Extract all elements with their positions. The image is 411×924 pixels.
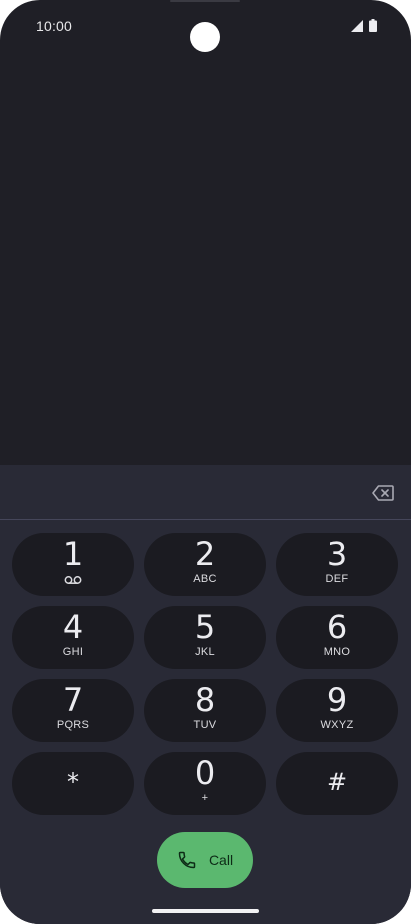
key-digit: 3 — [326, 535, 348, 573]
key-letters: ABC — [193, 573, 217, 585]
key-digit: 1 — [62, 535, 84, 573]
key-digit: 7 — [62, 681, 84, 719]
call-button[interactable]: Call — [157, 832, 253, 888]
battery-icon — [369, 19, 377, 32]
key-digit: 9 — [326, 681, 348, 719]
key-digit: # — [326, 768, 348, 796]
call-label: Call — [208, 852, 234, 868]
backspace-button[interactable] — [371, 481, 395, 505]
key-2[interactable]: 2 ABC — [144, 533, 266, 596]
key-digit: 0 — [194, 754, 216, 792]
phone-icon — [178, 851, 196, 869]
status-time: 10:00 — [36, 18, 73, 34]
phone-number-field[interactable] — [0, 465, 411, 520]
dialer-panel: 1 2 ABC 3 DEF 4 GHI 5 JKL 6 MNO 7 PQRS 8… — [0, 465, 411, 924]
key-digit: * — [67, 768, 79, 796]
voicemail-icon — [64, 576, 82, 584]
status-icons — [351, 19, 377, 32]
key-letters: WXYZ — [320, 719, 354, 731]
key-digit: 6 — [326, 608, 348, 646]
key-8[interactable]: 8 TUV — [144, 679, 266, 742]
key-4[interactable]: 4 GHI — [12, 606, 134, 669]
dial-keypad: 1 2 ABC 3 DEF 4 GHI 5 JKL 6 MNO 7 PQRS 8… — [12, 533, 399, 815]
status-bar: 10:00 — [0, 0, 411, 56]
front-camera-cutout — [190, 22, 220, 52]
backspace-icon — [372, 485, 394, 501]
key-0[interactable]: 0 + — [144, 752, 266, 815]
key-digit: 5 — [194, 608, 216, 646]
key-star[interactable]: * — [12, 752, 134, 815]
key-3[interactable]: 3 DEF — [276, 533, 398, 596]
cellular-signal-icon — [351, 19, 363, 32]
key-digit: 8 — [194, 681, 216, 719]
key-6[interactable]: 6 MNO — [276, 606, 398, 669]
key-letters: TUV — [193, 719, 217, 731]
key-letters: + — [201, 792, 209, 804]
key-9[interactable]: 9 WXYZ — [276, 679, 398, 742]
key-1[interactable]: 1 — [12, 533, 134, 596]
key-hash[interactable]: # — [276, 752, 398, 815]
phone-screen: 10:00 1 2 ABC 3 DEF 4 GHI 5 JKL 6 MNO 7 … — [0, 0, 411, 924]
key-letters: DEF — [325, 573, 349, 585]
key-digit: 2 — [194, 535, 216, 573]
key-letters: GHI — [62, 646, 84, 658]
key-5[interactable]: 5 JKL — [144, 606, 266, 669]
key-letters: PQRS — [56, 719, 90, 731]
key-letters: MNO — [323, 646, 351, 658]
key-7[interactable]: 7 PQRS — [12, 679, 134, 742]
key-digit: 4 — [62, 608, 84, 646]
key-letters: JKL — [195, 646, 215, 658]
home-indicator[interactable] — [152, 909, 259, 913]
